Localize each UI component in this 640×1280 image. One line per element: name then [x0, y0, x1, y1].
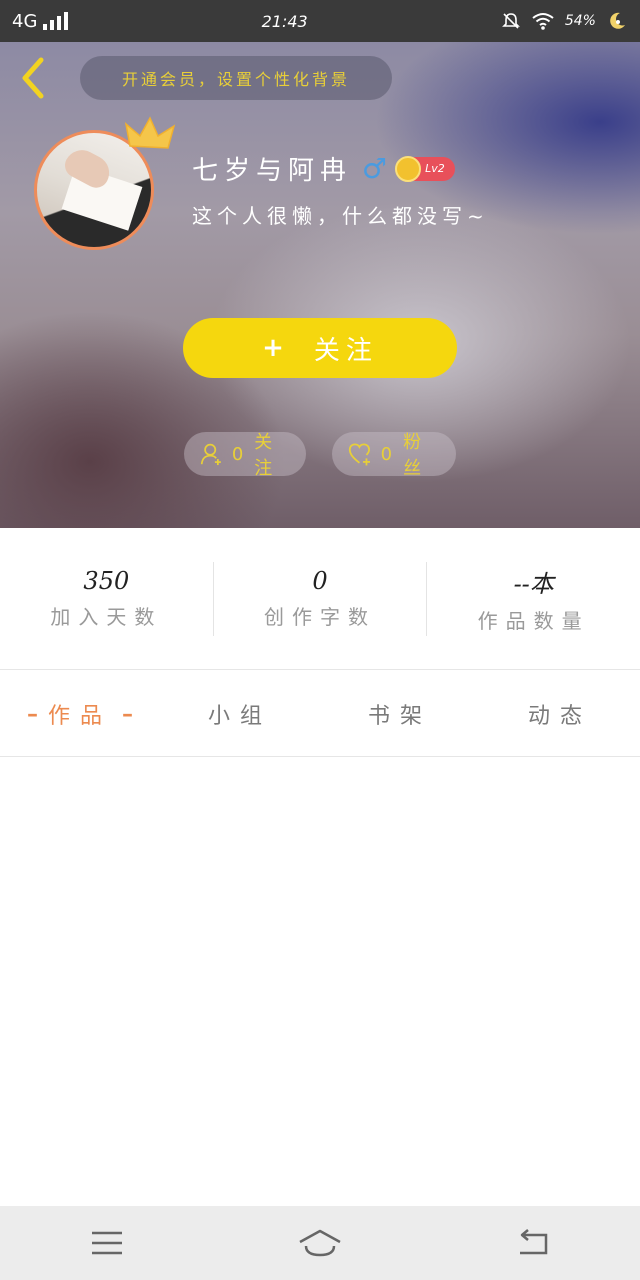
status-left: 4G — [12, 10, 69, 32]
mute-icon — [501, 13, 520, 29]
following-count: 0 — [231, 443, 247, 465]
tab-bookshelf[interactable]: 书架 — [320, 698, 480, 730]
level-text: Lv2 — [425, 162, 445, 175]
status-bar: 4G 21:43 54% — [0, 0, 640, 42]
tab-label: 小组 — [207, 703, 272, 729]
home-button[interactable] — [275, 1213, 365, 1273]
tab-groups[interactable]: 小组 — [160, 698, 320, 730]
active-indicator-left: – — [26, 700, 38, 727]
profile-header: 开通会员，设置个性化背景 七岁与阿冉 ♂ Lv2 这个人很懒，什么都没写~ + … — [0, 42, 640, 528]
fans-count: 0 — [380, 443, 396, 465]
stat-label: 加入天数 — [50, 605, 163, 629]
menu-button[interactable] — [62, 1213, 152, 1273]
chevron-left-icon — [22, 57, 44, 99]
stat-value: 0 — [312, 567, 328, 595]
back-nav-button[interactable] — [488, 1213, 578, 1273]
active-indicator-right: – — [122, 700, 133, 727]
status-time: 21:43 — [261, 11, 308, 31]
name-row: 七岁与阿冉 ♂ Lv2 — [192, 150, 455, 187]
add-user-icon — [200, 443, 221, 466]
username: 七岁与阿冉 — [192, 156, 353, 186]
tab-works[interactable]: – 作品 – — [0, 698, 160, 730]
follow-label: 关注 — [313, 335, 378, 366]
stat-join-days: 350 加入天数 — [0, 562, 213, 636]
heart-plus-icon — [348, 443, 370, 466]
back-button[interactable] — [14, 56, 54, 100]
moon-icon — [610, 12, 625, 29]
stat-label: 作品数量 — [477, 608, 590, 633]
stat-word-count: 0 创作字数 — [212, 561, 427, 636]
crown-icon — [124, 116, 176, 149]
stat-value: 350 — [83, 567, 130, 595]
wifi-icon — [532, 13, 554, 30]
level-coin-icon — [395, 155, 422, 182]
profile-tabs: – 作品 – 小组 书架 动态 — [0, 671, 640, 757]
following-chip[interactable]: 0 关注 — [184, 432, 306, 479]
stat-works-count: --本 作品数量 — [426, 561, 640, 636]
following-label: 关注 — [254, 432, 276, 479]
back-icon — [520, 1229, 548, 1255]
custom-background-tip[interactable]: 开通会员，设置个性化背景 — [80, 56, 392, 100]
tab-label: 动态 — [527, 703, 592, 729]
bio: 这个人很懒，什么都没写~ — [192, 204, 489, 228]
stats-row: 350 加入天数 0 创作字数 --本 作品数量 — [0, 528, 640, 670]
follow-button[interactable]: + 关注 — [183, 318, 457, 378]
home-icon — [299, 1229, 341, 1257]
tab-content — [0, 758, 640, 1206]
tab-label: 作品 — [47, 703, 112, 729]
tab-activity[interactable]: 动态 — [480, 698, 640, 730]
system-nav-bar — [0, 1206, 640, 1280]
status-right: 54% — [501, 10, 628, 32]
tab-label: 书架 — [367, 703, 432, 729]
level-badge: Lv2 — [395, 155, 455, 182]
fans-chip[interactable]: 0 粉丝 — [332, 432, 456, 479]
signal-icon — [43, 12, 69, 30]
stat-label: 创作字数 — [264, 605, 376, 629]
menu-icon — [91, 1231, 122, 1255]
battery-level: 54% — [564, 13, 596, 29]
network-type: 4G — [12, 10, 38, 32]
male-icon: ♂ — [362, 151, 388, 185]
fans-label: 粉丝 — [403, 432, 425, 479]
stat-value: --本 — [513, 569, 554, 598]
plus-icon: + — [262, 333, 284, 363]
